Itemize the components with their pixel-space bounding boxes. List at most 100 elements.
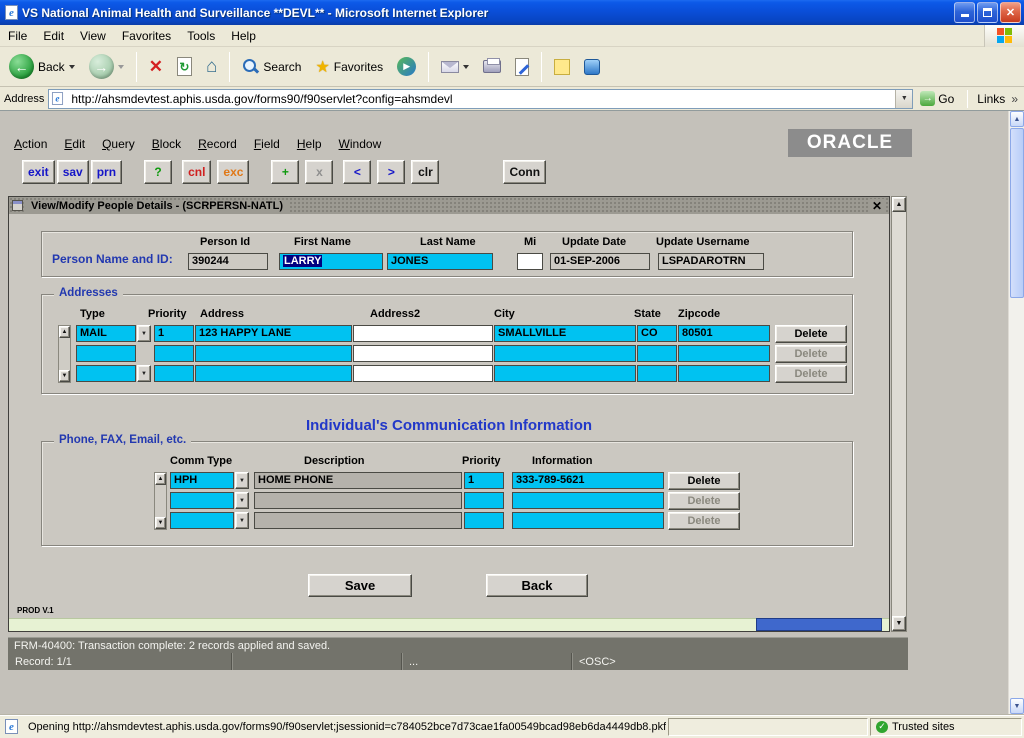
update-username-field[interactable]: LSPADAROTRN — [658, 253, 764, 270]
zipcode-field[interactable]: 80501 — [678, 325, 770, 342]
menu-help[interactable]: Help — [223, 26, 264, 46]
mdi-close-icon[interactable] — [868, 199, 886, 213]
address-field[interactable]: 123 HAPPY LANE — [195, 325, 352, 342]
discuss-button[interactable] — [549, 57, 575, 77]
type-field[interactable] — [76, 345, 136, 362]
close-button[interactable] — [1000, 2, 1021, 23]
back-dropdown-icon[interactable] — [69, 65, 75, 69]
oracle-menu-record[interactable]: Record — [198, 137, 237, 151]
insert-record-button[interactable]: + — [271, 160, 299, 184]
menu-tools[interactable]: Tools — [179, 26, 223, 46]
comm-type-field[interactable] — [170, 492, 234, 509]
back-button[interactable]: Back — [4, 52, 80, 81]
state-field[interactable] — [637, 365, 677, 382]
scroll-down-icon[interactable] — [1010, 698, 1024, 714]
mi-field[interactable] — [517, 253, 543, 270]
oracle-menu-query[interactable]: Query — [102, 137, 135, 151]
scroll-up-icon[interactable] — [892, 197, 906, 212]
links-label[interactable]: Links — [975, 92, 1007, 106]
comm-type-dropdown-icon[interactable] — [235, 512, 249, 529]
previous-record-button[interactable]: < — [343, 160, 371, 184]
comm-type-dropdown-icon[interactable] — [235, 492, 249, 509]
mail-button[interactable] — [436, 59, 474, 75]
person-id-field[interactable]: 390244 — [188, 253, 268, 270]
address-input[interactable]: http://ahsmdevtest.aphis.usda.gov/forms9… — [48, 89, 913, 109]
oracle-menu-help[interactable]: Help — [297, 137, 322, 151]
type-field[interactable] — [76, 365, 136, 382]
edit-button[interactable] — [510, 56, 534, 78]
refresh-button[interactable] — [172, 55, 197, 78]
menu-view[interactable]: View — [72, 26, 114, 46]
execute-toolbar-button[interactable]: exc — [217, 160, 249, 184]
information-field[interactable] — [512, 512, 664, 529]
type-dropdown-icon[interactable] — [137, 365, 151, 382]
information-field[interactable] — [512, 492, 664, 509]
conn-button[interactable]: Conn — [503, 160, 546, 184]
address-dropdown-button[interactable] — [895, 90, 912, 108]
state-field[interactable]: CO — [637, 325, 677, 342]
oracle-menu-block[interactable]: Block — [152, 137, 181, 151]
comm-priority-field[interactable]: 1 — [464, 472, 504, 489]
comm-priority-field[interactable] — [464, 512, 504, 529]
city-field[interactable] — [494, 345, 636, 362]
menu-favorites[interactable]: Favorites — [114, 26, 179, 46]
oracle-menu-action[interactable]: Action — [14, 137, 47, 151]
scrollbar-thumb[interactable] — [1010, 128, 1024, 298]
search-button[interactable]: Search — [237, 56, 306, 77]
forward-dropdown-icon[interactable] — [118, 65, 124, 69]
delete-comm-button[interactable]: Delete — [668, 472, 740, 490]
cancel-toolbar-button[interactable]: cnl — [182, 160, 211, 184]
minimize-button[interactable] — [954, 2, 975, 23]
comm-type-field[interactable]: HPH — [170, 472, 234, 489]
print-button[interactable] — [478, 58, 506, 75]
update-date-field[interactable]: 01-SEP-2006 — [550, 253, 650, 270]
stop-button[interactable] — [144, 55, 168, 79]
last-name-field[interactable]: JONES — [387, 253, 493, 270]
remove-record-button[interactable]: x — [305, 160, 333, 184]
menu-edit[interactable]: Edit — [35, 26, 72, 46]
scrollbar-track[interactable] — [892, 212, 906, 616]
next-record-button[interactable]: > — [377, 160, 405, 184]
address2-field[interactable] — [353, 365, 493, 382]
address2-field[interactable] — [353, 325, 493, 342]
scroll-down-icon[interactable] — [892, 616, 906, 631]
comm-type-field[interactable] — [170, 512, 234, 529]
first-name-field[interactable]: LARRY — [279, 253, 383, 270]
information-field[interactable]: 333-789-5621 — [512, 472, 664, 489]
priority-field[interactable] — [154, 345, 194, 362]
home-button[interactable] — [201, 54, 222, 80]
delete-address-button[interactable]: Delete — [775, 325, 847, 343]
mail-dropdown-icon[interactable] — [463, 65, 469, 69]
address-url[interactable]: http://ahsmdevtest.aphis.usda.gov/forms9… — [71, 92, 892, 106]
back-button-form[interactable]: Back — [486, 574, 588, 597]
form-scrollbar[interactable] — [891, 196, 907, 632]
links-chevron-icon[interactable] — [1011, 92, 1022, 106]
maximize-button[interactable] — [977, 2, 998, 23]
save-button[interactable]: Save — [308, 574, 412, 597]
city-field[interactable]: SMALLVILLE — [494, 325, 636, 342]
comm-type-dropdown-icon[interactable] — [235, 472, 249, 489]
address-field[interactable] — [195, 345, 352, 362]
comm-priority-field[interactable] — [464, 492, 504, 509]
favorites-button[interactable]: Favorites — [310, 55, 388, 79]
type-field[interactable]: MAIL — [76, 325, 136, 342]
help-toolbar-button[interactable]: ? — [144, 160, 172, 184]
page-scrollbar[interactable] — [1008, 111, 1024, 714]
clear-toolbar-button[interactable]: clr — [411, 160, 439, 184]
address2-field[interactable] — [353, 345, 493, 362]
save-toolbar-button[interactable]: sav — [57, 160, 89, 184]
oracle-menu-edit[interactable]: Edit — [64, 137, 85, 151]
oracle-menu-window[interactable]: Window — [339, 137, 382, 151]
scroll-up-icon[interactable] — [1010, 111, 1024, 127]
zipcode-field[interactable] — [678, 345, 770, 362]
state-field[interactable] — [637, 345, 677, 362]
priority-field[interactable]: 1 — [154, 325, 194, 342]
menu-file[interactable]: File — [0, 26, 35, 46]
go-button[interactable]: Go — [917, 90, 960, 107]
print-toolbar-button[interactable]: prn — [91, 160, 122, 184]
city-field[interactable] — [494, 365, 636, 382]
mdi-titlebar[interactable]: View/Modify People Details - (SCRPERSN-N… — [9, 197, 889, 214]
address-field[interactable] — [195, 365, 352, 382]
oracle-menu-field[interactable]: Field — [254, 137, 280, 151]
type-dropdown-icon[interactable] — [137, 325, 151, 342]
